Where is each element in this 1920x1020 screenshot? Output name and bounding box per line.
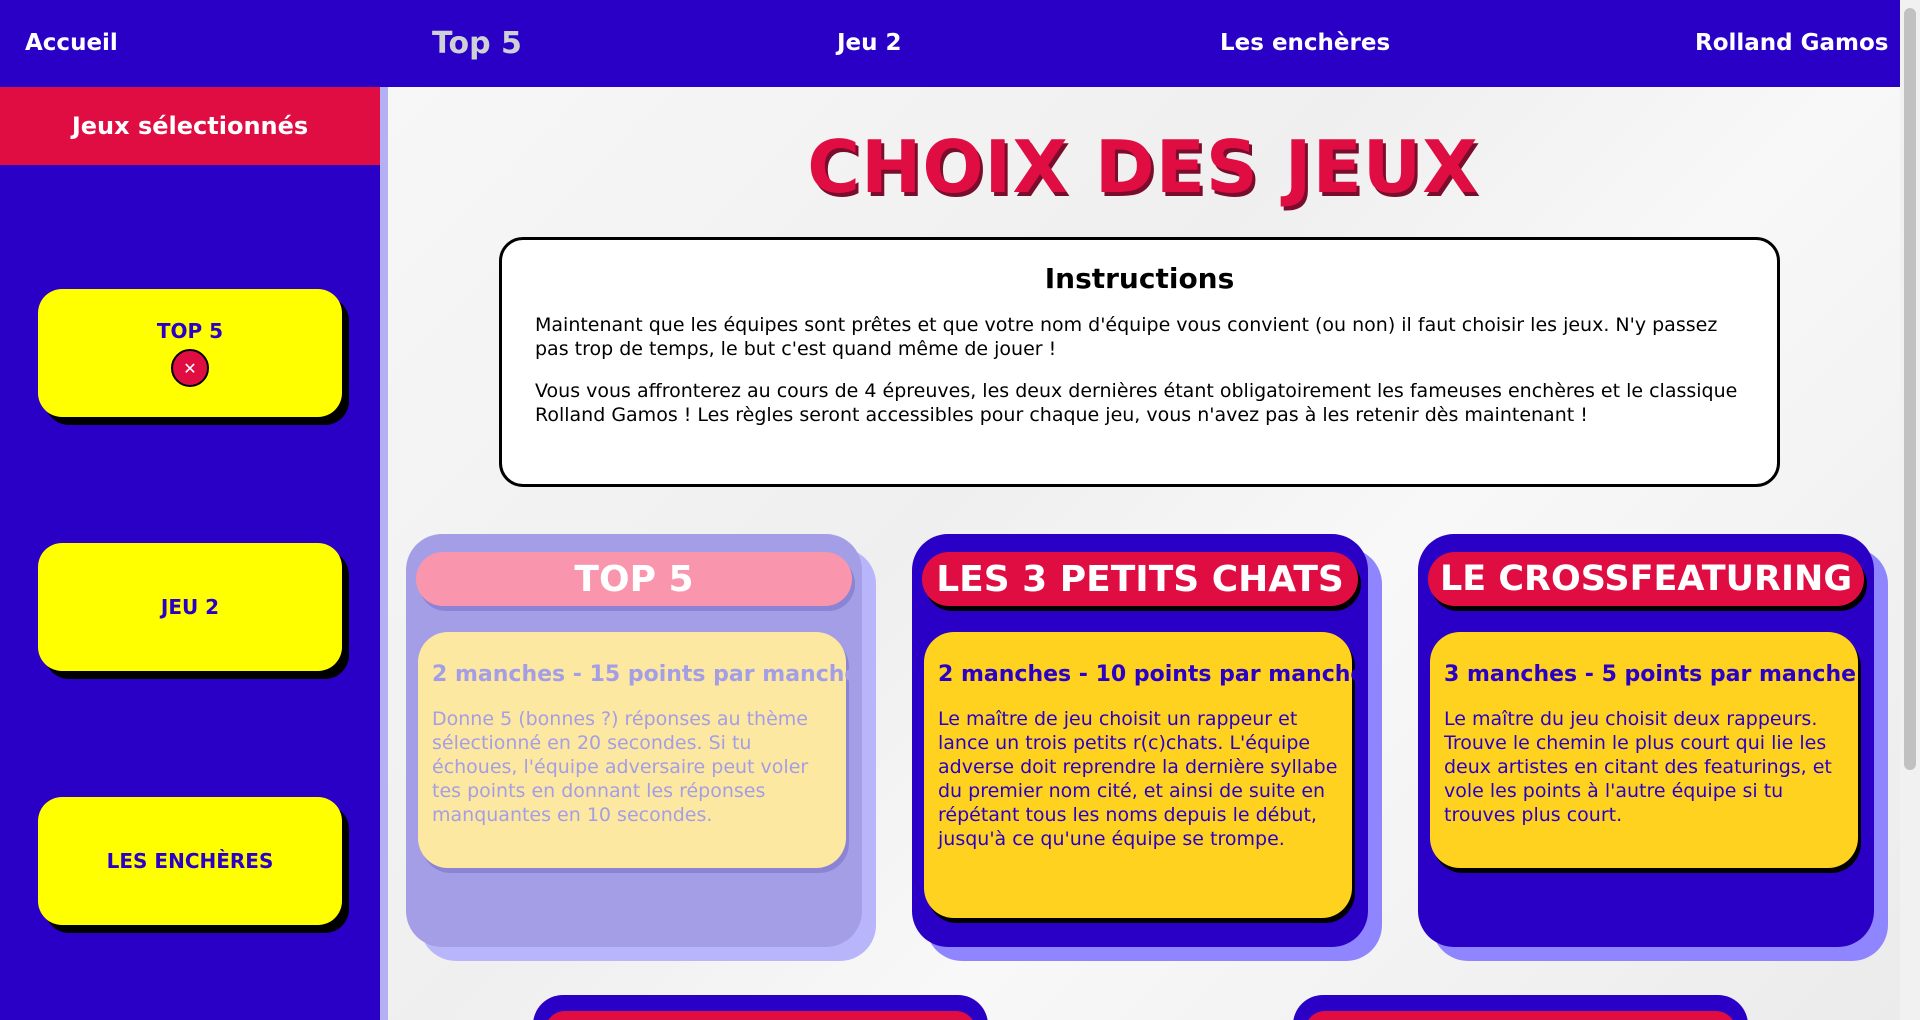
game-card-title[interactable]: LES 3 PETITS CHATS	[922, 552, 1358, 606]
game-card-partial[interactable]	[1293, 995, 1748, 1020]
instructions-paragraph-2: Vous vous affronterez au cours de 4 épre…	[535, 380, 1738, 426]
game-card-title-strip	[545, 1011, 976, 1020]
nav-link-top5[interactable]: Top 5	[432, 0, 522, 87]
game-card-body: 2 manches - 10 points par manche Le maît…	[924, 632, 1366, 918]
top-navigation: Accueil Top 5 Jeu 2 Les enchères Rolland…	[0, 0, 1900, 87]
page-title: CHOIX DES JEUX	[807, 125, 1479, 209]
game-card-body: 3 manches - 5 points par manche Le maîtr…	[1430, 632, 1858, 868]
game-card-top5[interactable]: TOP 5 2 manches - 15 points par manche D…	[406, 534, 862, 947]
nav-link-home[interactable]: Accueil	[25, 0, 118, 87]
game-card-title[interactable]: TOP 5	[416, 552, 852, 606]
selected-game-top5[interactable]: TOP 5 ✕	[38, 289, 342, 417]
instructions-heading: Instructions	[1044, 262, 1235, 295]
nav-link-rolland-gamos[interactable]: Rolland Gamos	[1695, 0, 1889, 87]
selected-game-auctions[interactable]: LES ENCHÈRES	[38, 797, 342, 925]
game-card-title[interactable]: LE CROSSFEATURING	[1428, 552, 1864, 606]
game-card-3-petits-chats[interactable]: LES 3 PETITS CHATS 2 manches - 10 points…	[912, 534, 1368, 947]
nav-link-game2[interactable]: Jeu 2	[837, 0, 902, 87]
game-card-crossfeaturing[interactable]: LE CROSSFEATURING 3 manches - 5 points p…	[1418, 534, 1874, 947]
game-card-partial[interactable]	[533, 995, 988, 1020]
page-scrollbar[interactable]	[1900, 0, 1920, 1020]
game-points: 3 manches - 5 points par manche	[1444, 662, 1857, 687]
game-description: Le maître du jeu choisit deux rappeurs. …	[1444, 708, 1832, 826]
game-description: Le maître de jeu choisit un rappeur et l…	[938, 708, 1338, 850]
instructions-box: Instructions Maintenant que les équipes …	[499, 237, 1780, 487]
selected-game-label: JEU 2	[160, 595, 220, 619]
game-points: 2 manches - 10 points par manche	[938, 662, 1366, 687]
game-card-body: 2 manches - 15 points par manche Donne 5…	[418, 632, 860, 868]
sidebar-title: Jeux sélectionnés	[0, 87, 380, 165]
selected-game-slot-2[interactable]: JEU 2	[38, 543, 342, 671]
selected-game-label: TOP 5	[156, 319, 224, 343]
remove-game-button[interactable]: ✕	[171, 349, 209, 387]
nav-link-auctions[interactable]: Les enchères	[1220, 0, 1390, 87]
close-icon: ✕	[183, 358, 197, 378]
selected-game-label: LES ENCHÈRES	[106, 849, 274, 873]
scrollbar-thumb[interactable]	[1904, 8, 1916, 770]
game-description: Donne 5 (bonnes ?) réponses au thème sél…	[432, 708, 809, 826]
main-content: CHOIX DES JEUX Instructions Maintenant q…	[388, 87, 1900, 1020]
game-points: 2 manches - 15 points par manche	[432, 662, 860, 687]
game-card-title-strip	[1305, 1011, 1736, 1020]
sidebar-divider	[380, 87, 388, 1020]
selected-games-sidebar: Jeux sélectionnés TOP 5 ✕ JEU 2 LES ENCH…	[0, 87, 380, 1020]
instructions-paragraph-1: Maintenant que les équipes sont prêtes e…	[535, 314, 1718, 360]
